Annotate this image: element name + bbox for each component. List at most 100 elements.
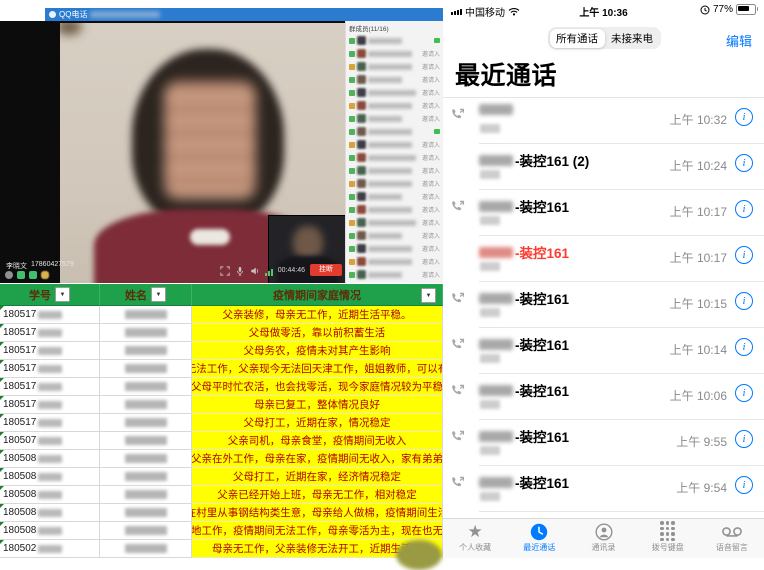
participant-row[interactable]: 邀请入 bbox=[346, 229, 443, 242]
family-situation-cell[interactable]: 父母做零活，靠以前积蓄生活 bbox=[192, 324, 443, 342]
family-situation-cell[interactable]: 父亲在外工作，母亲在家，疫情期间无收入，家有弟弟 bbox=[192, 450, 443, 468]
student-name-cell[interactable] bbox=[100, 486, 192, 504]
family-situation-cell[interactable]: 父亲司机，母亲食堂，疫情期间无收入 bbox=[192, 432, 443, 450]
student-id-cell[interactable]: 180508 bbox=[0, 504, 100, 522]
settings-icon[interactable] bbox=[5, 271, 13, 279]
invite-label[interactable]: 邀请入 bbox=[422, 49, 440, 58]
family-situation-cell[interactable]: 母亲无法工作，父亲现今无法回天津工作，姐姐教师，可以有收入 bbox=[192, 360, 443, 378]
student-name-cell[interactable] bbox=[100, 414, 192, 432]
microphone-icon[interactable] bbox=[235, 266, 245, 276]
edit-button[interactable]: 编辑 bbox=[726, 31, 752, 50]
student-id-cell[interactable]: 180517 bbox=[0, 414, 100, 432]
participant-row[interactable]: 邀请入 bbox=[346, 268, 443, 281]
filter-dropdown-icon[interactable]: ▼ bbox=[55, 287, 70, 302]
student-id-cell[interactable]: 180508 bbox=[0, 486, 100, 504]
participant-row[interactable]: 邀请入 bbox=[346, 177, 443, 190]
invite-label[interactable]: 邀请入 bbox=[422, 101, 440, 110]
family-situation-cell[interactable]: 父母平时忙农活，也会找零活，现今家庭情况较为平稳 bbox=[192, 378, 443, 396]
invite-label[interactable]: 邀请入 bbox=[422, 153, 440, 162]
student-name-cell[interactable] bbox=[100, 378, 192, 396]
family-situation-cell[interactable]: 父母打工，近期在家，经济情况稳定 bbox=[192, 468, 443, 486]
participant-row[interactable]: 邀请入 bbox=[346, 190, 443, 203]
invite-label[interactable]: 邀请入 bbox=[422, 231, 440, 240]
family-situation-cell[interactable]: 父亲外地工作，疫情期间无法工作，母亲零活为主，现在也无收入。 bbox=[192, 522, 443, 540]
student-name-cell[interactable] bbox=[100, 504, 192, 522]
call-log-row[interactable]: 上午 10:32 i bbox=[443, 98, 764, 144]
participant-row[interactable]: 邀请入 bbox=[346, 34, 443, 47]
speaker-icon[interactable] bbox=[250, 266, 260, 276]
screen-share-icon[interactable] bbox=[29, 271, 37, 279]
participant-row[interactable]: 邀请入 bbox=[346, 255, 443, 268]
invite-label[interactable]: 邀请入 bbox=[422, 114, 440, 123]
tab-recents[interactable]: 最近通话 bbox=[507, 519, 571, 558]
call-log-row[interactable]: -装控161 上午 10:14 i bbox=[443, 328, 764, 374]
participant-row[interactable]: 邀请入 bbox=[346, 60, 443, 73]
call-log-row[interactable]: -装控161 上午 10:17 i bbox=[443, 236, 764, 282]
invite-label[interactable]: 邀请入 bbox=[422, 62, 440, 71]
student-name-cell[interactable] bbox=[100, 432, 192, 450]
info-button[interactable]: i bbox=[735, 476, 753, 494]
participant-row[interactable]: 邀请入 bbox=[346, 73, 443, 86]
info-button[interactable]: i bbox=[735, 430, 753, 448]
tab-keypad[interactable]: 拨号键盘 bbox=[636, 519, 700, 558]
tab-voicemail[interactable]: 语音留言 bbox=[700, 519, 764, 558]
participant-row[interactable]: 邀请入 bbox=[346, 47, 443, 60]
student-id-cell[interactable]: 180517 bbox=[0, 378, 100, 396]
family-situation-cell[interactable]: 父母务农，疫情未对其产生影响 bbox=[192, 342, 443, 360]
info-button[interactable]: i bbox=[735, 200, 753, 218]
student-name-cell[interactable] bbox=[100, 450, 192, 468]
participant-row[interactable]: 邀请入 bbox=[346, 203, 443, 216]
student-id-cell[interactable]: 180507 bbox=[0, 432, 100, 450]
student-id-cell[interactable]: 180508 bbox=[0, 522, 100, 540]
filter-dropdown-icon[interactable]: ▼ bbox=[151, 287, 166, 302]
info-button[interactable]: i bbox=[735, 338, 753, 356]
invite-label[interactable]: 邀请入 bbox=[422, 75, 440, 84]
info-button[interactable]: i bbox=[735, 154, 753, 172]
invite-label[interactable]: 邀请入 bbox=[422, 257, 440, 266]
call-log-row[interactable]: -装控161 上午 10:15 i bbox=[443, 282, 764, 328]
student-name-cell[interactable] bbox=[100, 522, 192, 540]
participant-row[interactable]: 邀请入 bbox=[346, 164, 443, 177]
student-id-cell[interactable]: 180508 bbox=[0, 468, 100, 486]
participant-row[interactable]: 邀请入 bbox=[346, 86, 443, 99]
participant-row[interactable]: 邀请入 bbox=[346, 125, 443, 138]
student-name-cell[interactable] bbox=[100, 342, 192, 360]
info-button[interactable]: i bbox=[735, 108, 753, 126]
participant-row[interactable]: 邀请入 bbox=[346, 151, 443, 164]
student-id-cell[interactable]: 180508 bbox=[0, 450, 100, 468]
invite-label[interactable]: 邀请入 bbox=[422, 192, 440, 201]
invite-label[interactable]: 邀请入 bbox=[422, 88, 440, 97]
family-situation-cell[interactable]: 母亲已复工，整体情况良好 bbox=[192, 396, 443, 414]
student-id-cell[interactable]: 180517 bbox=[0, 306, 100, 324]
call-log-row[interactable]: -装控161 (2) 上午 10:24 i bbox=[443, 144, 764, 190]
camera-icon[interactable] bbox=[17, 271, 25, 279]
family-situation-cell[interactable]: 父亲在村里从事钢结构类生意，母亲给人做棉，疫情期间生活平稳 bbox=[192, 504, 443, 522]
hangup-button[interactable]: 挂断 bbox=[310, 264, 342, 276]
tab-favorites[interactable]: ★ 个人收藏 bbox=[443, 519, 507, 558]
participant-row[interactable]: 邀请入 bbox=[346, 242, 443, 255]
family-situation-cell[interactable]: 父亲装修，母亲无工作，近期生活平稳。 bbox=[192, 306, 443, 324]
call-log-row[interactable]: -装控161 上午 10:17 i bbox=[443, 190, 764, 236]
info-button[interactable]: i bbox=[735, 384, 753, 402]
call-log-row[interactable]: -装控161 上午 9:54 i bbox=[443, 466, 764, 512]
family-situation-cell[interactable]: 父母打工，近期在家，情况稳定 bbox=[192, 414, 443, 432]
tab-contacts[interactable]: 通讯录 bbox=[571, 519, 635, 558]
invite-label[interactable]: 邀请入 bbox=[422, 179, 440, 188]
filter-dropdown-icon[interactable]: ▼ bbox=[421, 288, 436, 303]
participant-row[interactable]: 邀请入 bbox=[346, 138, 443, 151]
call-log-row[interactable]: -装控161 上午 10:06 i bbox=[443, 374, 764, 420]
info-button[interactable]: i bbox=[735, 292, 753, 310]
student-id-cell[interactable]: 180517 bbox=[0, 360, 100, 378]
invite-label[interactable]: 邀请入 bbox=[422, 270, 440, 279]
invite-label[interactable]: 邀请入 bbox=[422, 218, 440, 227]
student-name-cell[interactable] bbox=[100, 360, 192, 378]
participant-row[interactable]: 邀请入 bbox=[346, 99, 443, 112]
student-id-cell[interactable]: 180517 bbox=[0, 396, 100, 414]
student-id-cell[interactable]: 180517 bbox=[0, 342, 100, 360]
info-button[interactable]: i bbox=[735, 246, 753, 264]
invite-label[interactable]: 邀请入 bbox=[422, 140, 440, 149]
student-name-cell[interactable] bbox=[100, 306, 192, 324]
student-name-cell[interactable] bbox=[100, 396, 192, 414]
invite-label[interactable]: 邀请入 bbox=[422, 166, 440, 175]
segment-missed-calls[interactable]: 未接来电 bbox=[605, 29, 660, 48]
